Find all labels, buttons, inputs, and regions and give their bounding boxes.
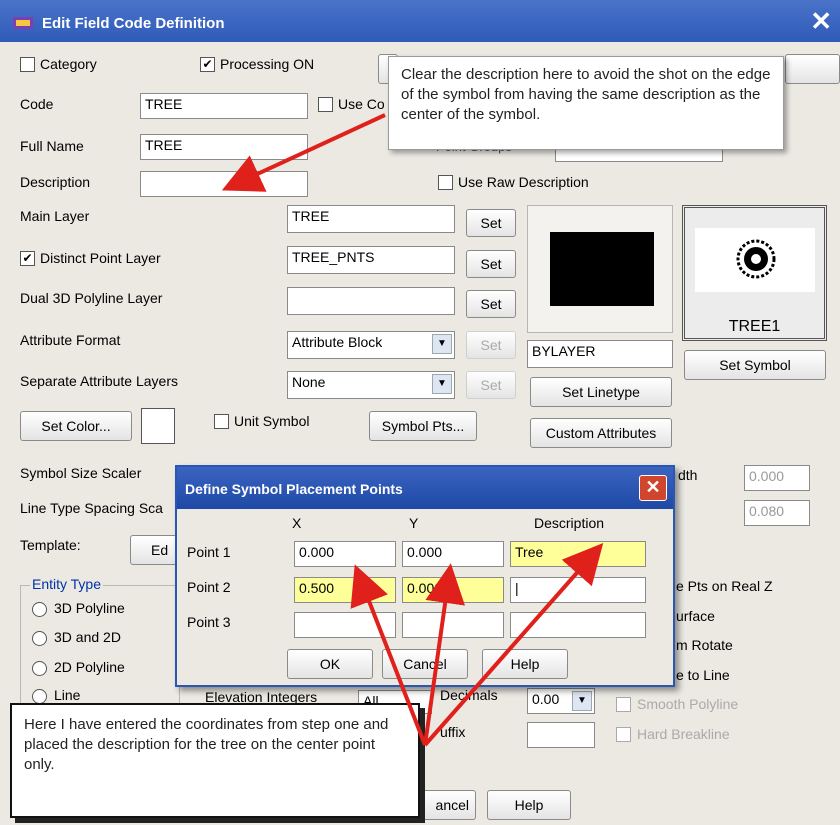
arrow-to-point-2-x: [350, 564, 427, 746]
arrow-to-description-field: [221, 113, 386, 192]
annotation-arrows: [221, 113, 604, 747]
arrow-to-point-1-description: [423, 543, 604, 747]
